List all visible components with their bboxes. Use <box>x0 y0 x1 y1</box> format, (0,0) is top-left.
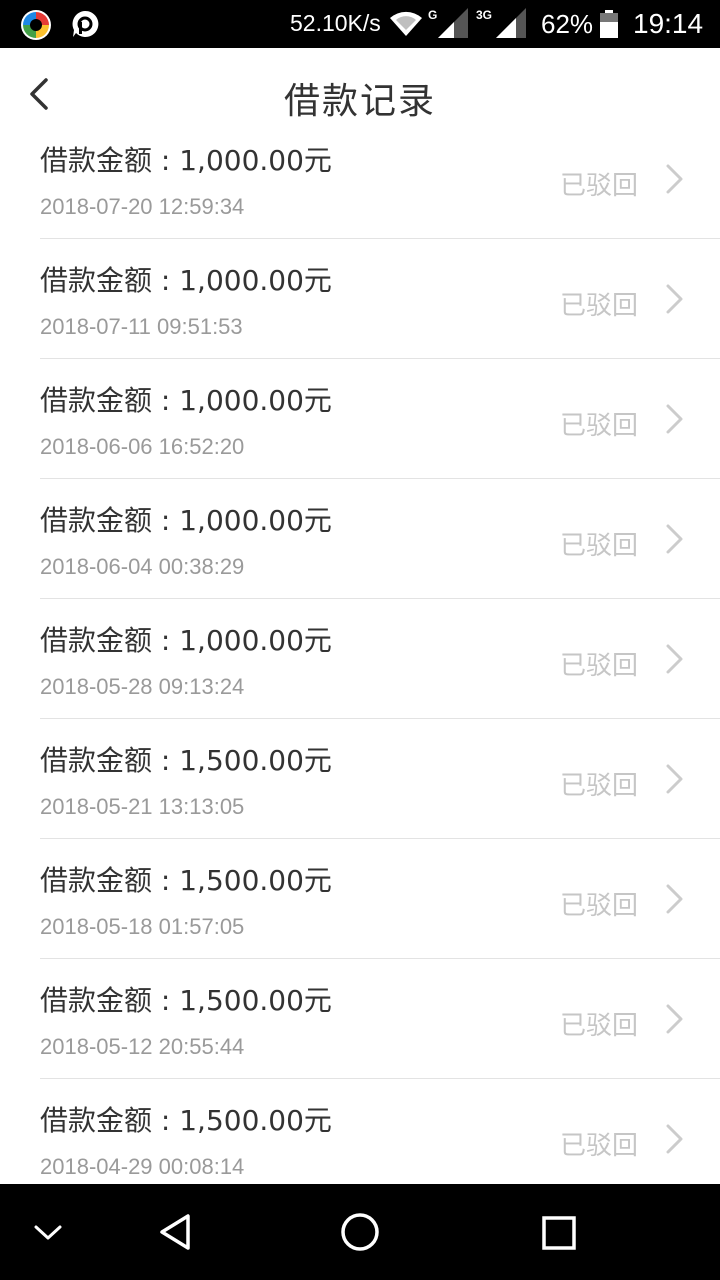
loan-status: 已驳回 <box>560 531 639 561</box>
chevron-right-icon <box>666 1004 683 1034</box>
loan-record-row[interactable]: 借款金额 : 1,000.00元 2018-07-11 09:51:53 已驳回 <box>40 239 720 359</box>
loan-date: 2018-06-06 16:52:20 <box>40 434 245 459</box>
signal2-label: 3G <box>476 8 493 22</box>
loan-record-list[interactable]: 借款金额 : 1,000.00元 2018-07-20 12:59:34 已驳回… <box>0 119 720 1184</box>
loan-date: 2018-05-21 13:13:05 <box>40 794 245 819</box>
battery-percentage: 62% <box>541 9 594 39</box>
chevron-down-icon[interactable] <box>32 1218 64 1246</box>
wifi-icon <box>390 11 422 36</box>
battery-icon <box>600 10 618 38</box>
network-speed: 52.10K/s <box>290 10 381 36</box>
loan-status: 已驳回 <box>560 171 639 201</box>
chat-app-icon <box>72 10 99 38</box>
loan-date: 2018-07-20 12:59:34 <box>40 194 245 219</box>
loan-amount: 借款金额 : 1,000.00元 <box>40 384 332 417</box>
loan-amount: 借款金额 : 1,000.00元 <box>40 504 332 537</box>
recents-square-icon[interactable] <box>540 1214 580 1254</box>
signal1-label: G <box>428 8 438 22</box>
loan-amount: 借款金额 : 1,000.00元 <box>40 144 332 177</box>
home-circle-icon[interactable] <box>338 1210 382 1254</box>
loan-status: 已驳回 <box>560 411 639 441</box>
loan-amount: 借款金额 : 1,500.00元 <box>40 864 332 897</box>
system-nav-bar <box>0 1184 720 1280</box>
loan-record-row[interactable]: 借款金额 : 1,500.00元 2018-04-29 00:08:14 已驳回 <box>40 1079 720 1184</box>
signal-strength-icon <box>496 8 526 38</box>
loan-status: 已驳回 <box>560 291 639 321</box>
chevron-right-icon <box>666 524 683 554</box>
loan-date: 2018-05-18 01:57:05 <box>40 914 245 939</box>
app-logo-icon <box>21 10 51 40</box>
loan-amount: 借款金额 : 1,500.00元 <box>40 744 332 777</box>
loan-amount: 借款金额 : 1,000.00元 <box>40 264 332 297</box>
loan-amount: 借款金额 : 1,500.00元 <box>40 984 332 1017</box>
chevron-right-icon <box>666 764 683 794</box>
loan-status: 已驳回 <box>560 1011 639 1041</box>
chevron-right-icon <box>666 404 683 434</box>
loan-record-row[interactable]: 借款金额 : 1,500.00元 2018-05-12 20:55:44 已驳回 <box>40 959 720 1079</box>
loan-status: 已驳回 <box>560 651 639 681</box>
loan-record-row[interactable]: 借款金额 : 1,000.00元 2018-06-04 00:38:29 已驳回 <box>40 479 720 599</box>
loan-status: 已驳回 <box>560 771 639 801</box>
clock: 19:14 <box>633 8 704 39</box>
loan-status: 已驳回 <box>560 1131 639 1161</box>
chevron-right-icon <box>666 1124 683 1154</box>
chevron-right-icon <box>666 884 683 914</box>
loan-date: 2018-05-12 20:55:44 <box>40 1034 245 1059</box>
status-bar: 52.10K/s G 3G 62% 19:14 <box>0 0 720 48</box>
page-title: 借款记录 <box>283 81 436 122</box>
chevron-right-icon <box>666 284 683 314</box>
loan-amount: 借款金额 : 1,000.00元 <box>40 624 332 657</box>
loan-status: 已驳回 <box>560 891 639 921</box>
loan-record-row[interactable]: 借款金额 : 1,500.00元 2018-05-21 13:13:05 已驳回 <box>40 719 720 839</box>
loan-date: 2018-05-28 09:13:24 <box>40 674 245 699</box>
loan-amount: 借款金额 : 1,500.00元 <box>40 1104 332 1137</box>
loan-record-row[interactable]: 借款金额 : 1,500.00元 2018-05-18 01:57:05 已驳回 <box>40 839 720 959</box>
signal-strength-icon <box>438 8 468 38</box>
loan-record-row[interactable]: 借款金额 : 1,000.00元 2018-06-06 16:52:20 已驳回 <box>40 359 720 479</box>
loan-record-row[interactable]: 借款金额 : 1,000.00元 2018-05-28 09:13:24 已驳回 <box>40 599 720 719</box>
back-triangle-icon[interactable] <box>156 1212 196 1252</box>
loan-date: 2018-04-29 00:08:14 <box>40 1154 245 1179</box>
chevron-right-icon <box>666 644 683 674</box>
chevron-right-icon <box>666 164 683 194</box>
loan-date: 2018-07-11 09:51:53 <box>40 314 243 339</box>
loan-record-row[interactable]: 借款金额 : 1,000.00元 2018-07-20 12:59:34 已驳回 <box>40 119 720 239</box>
loan-date: 2018-06-04 00:38:29 <box>40 554 245 579</box>
